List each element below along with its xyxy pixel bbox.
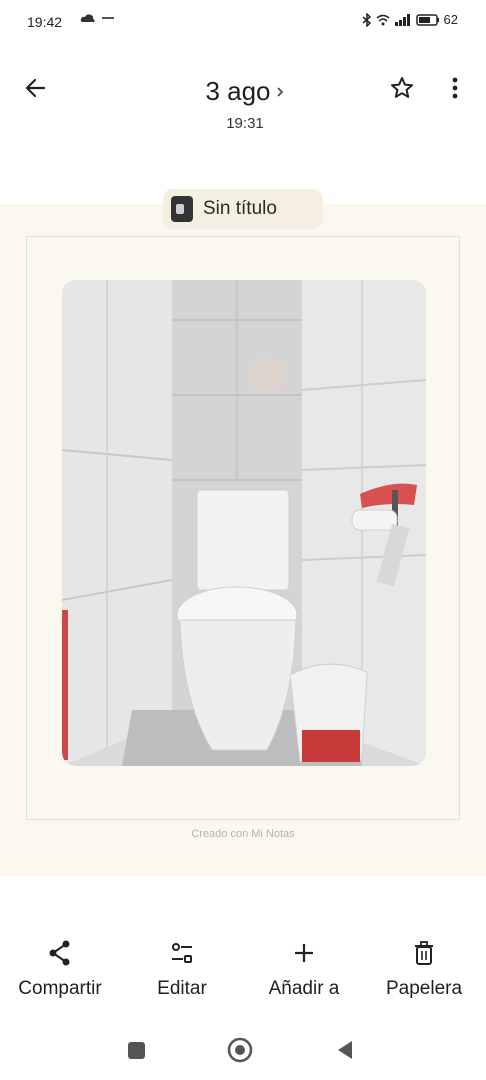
photo-caption: Creado con Mi Notas <box>191 828 295 840</box>
bluetooth-icon <box>362 12 371 27</box>
more-vert-icon <box>452 77 458 99</box>
home-circle-icon[interactable] <box>227 1037 253 1063</box>
dash-icon <box>102 17 114 19</box>
trash-button[interactable]: Papelera <box>364 938 484 1000</box>
share-label: Compartir <box>18 978 102 999</box>
album-icon <box>171 196 193 222</box>
add-icon <box>295 944 313 962</box>
add-to-button[interactable]: Añadir a <box>244 938 364 1000</box>
status-time: 19:42 <box>27 14 63 30</box>
tune-icon <box>172 943 192 963</box>
back-triangle-icon[interactable] <box>338 1041 352 1059</box>
bottom-action-bar: Compartir Editar Añadir a Papelera <box>0 938 486 1018</box>
favorite-button[interactable] <box>388 74 416 102</box>
battery-icon <box>415 13 439 26</box>
battery-level: 62 <box>443 12 458 27</box>
photo-image[interactable] <box>62 280 426 766</box>
more-options-button[interactable] <box>443 74 467 102</box>
back-button[interactable] <box>22 74 50 102</box>
chevron-right-icon <box>276 86 283 97</box>
date-header[interactable]: 3 ago 19:31 <box>150 76 340 132</box>
trash-label: Papelera <box>385 978 463 999</box>
album-chip-label: Sin título <box>203 198 277 219</box>
share-button[interactable]: Compartir <box>0 938 120 1000</box>
photo-time: 19:31 <box>226 115 264 132</box>
status-bar: 19:42 62 <box>0 0 486 44</box>
cloud-icon <box>80 14 95 22</box>
system-navigation-bar <box>0 1030 486 1070</box>
edit-label: Editar <box>157 978 207 999</box>
arrow-back-icon <box>25 78 46 98</box>
trash-icon <box>415 941 433 965</box>
signal-icon <box>394 13 410 26</box>
star-outline-icon <box>391 77 413 98</box>
add-to-label: Añadir a <box>268 978 340 999</box>
bathroom-photo <box>62 280 426 766</box>
wifi-icon <box>376 14 390 25</box>
edit-button[interactable]: Editar <box>122 938 242 1000</box>
recents-square-icon[interactable] <box>128 1042 145 1059</box>
photo-date: 3 ago <box>205 76 271 106</box>
album-chip[interactable]: Sin título <box>163 189 323 229</box>
share-icon <box>49 940 70 966</box>
